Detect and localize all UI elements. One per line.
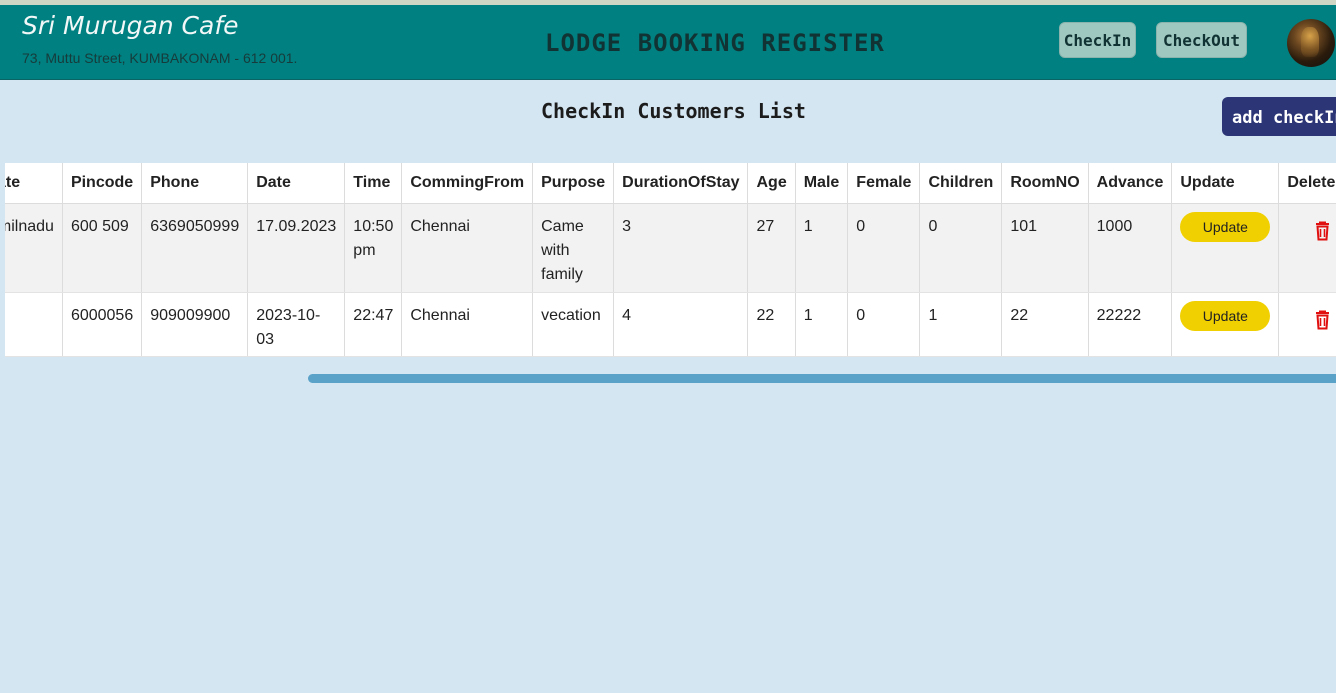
table-row: 6000056 909009900 2023-10-03 22:47 Chenn… — [5, 292, 1336, 357]
update-button[interactable]: Update — [1180, 300, 1271, 331]
checkin-table-container[interactable]: State Pincode Phone Date Time CommingFro… — [5, 163, 1336, 357]
cell-comming-from: Chennai — [401, 203, 534, 293]
cell-date: 2023-10-03 — [247, 292, 346, 357]
column-header-room-no: RoomNO — [1001, 163, 1089, 204]
cell-children: 0 — [919, 203, 1003, 293]
cell-male: 1 — [795, 203, 849, 293]
cell-female: 0 — [847, 203, 921, 293]
column-header-update: Update — [1171, 163, 1280, 204]
cell-room-no: 101 — [1001, 203, 1089, 293]
column-header-age: Age — [747, 163, 796, 204]
column-header-time: Time — [344, 163, 403, 204]
table-row: Tamilnadu 600 509 6369050999 17.09.2023 … — [5, 203, 1336, 293]
column-header-state: State — [5, 163, 63, 204]
cell-purpose: Came with family — [532, 203, 615, 293]
cell-advance: 1000 — [1088, 203, 1173, 293]
cell-update: Update — [1171, 292, 1280, 357]
cell-state — [5, 292, 63, 357]
checkin-table: State Pincode Phone Date Time CommingFro… — [5, 163, 1336, 357]
cell-phone: 909009900 — [141, 292, 249, 357]
cell-room-no: 22 — [1001, 292, 1089, 357]
horizontal-scrollbar[interactable] — [308, 374, 1336, 383]
cell-delete — [1278, 203, 1336, 293]
checkout-nav-button[interactable]: CheckOut — [1156, 22, 1247, 58]
user-avatar-icon[interactable] — [1287, 19, 1335, 67]
cell-purpose: vecation — [532, 292, 615, 357]
page-title: LODGE BOOKING REGISTER — [545, 29, 885, 57]
trash-icon[interactable] — [1315, 310, 1330, 338]
cell-age: 22 — [747, 292, 796, 357]
cell-female: 0 — [847, 292, 921, 357]
cell-duration: 4 — [613, 292, 749, 357]
cell-state: Tamilnadu — [5, 203, 63, 293]
update-button[interactable]: Update — [1180, 211, 1271, 242]
cafe-address: 73, Muttu Street, KUMBAKONAM - 612 001. — [22, 50, 298, 66]
column-header-date: Date — [247, 163, 346, 204]
column-header-phone: Phone — [141, 163, 249, 204]
column-header-duration: DurationOfStay — [613, 163, 749, 204]
column-header-comming-from: CommingFrom — [401, 163, 534, 204]
column-header-pincode: Pincode — [62, 163, 143, 204]
cell-comming-from: Chennai — [401, 292, 534, 357]
cell-duration: 3 — [613, 203, 749, 293]
cell-time: 22:47 — [344, 292, 403, 357]
cell-phone: 6369050999 — [141, 203, 249, 293]
table-header-row: State Pincode Phone Date Time CommingFro… — [5, 163, 1336, 204]
cell-delete — [1278, 292, 1336, 357]
cafe-name: Sri Murugan Cafe — [22, 11, 239, 40]
cell-male: 1 — [795, 292, 849, 357]
column-header-advance: Advance — [1088, 163, 1173, 204]
column-header-children: Children — [919, 163, 1003, 204]
cell-children: 1 — [919, 292, 1003, 357]
cell-age: 27 — [747, 203, 796, 293]
column-header-male: Male — [795, 163, 849, 204]
column-header-purpose: Purpose — [532, 163, 615, 204]
cell-date: 17.09.2023 — [247, 203, 346, 293]
column-header-female: Female — [847, 163, 921, 204]
cell-pincode: 6000056 — [62, 292, 143, 357]
cell-time: 10:50 pm — [344, 203, 403, 293]
checkin-nav-button[interactable]: CheckIn — [1059, 22, 1136, 58]
column-header-delete: Delete — [1278, 163, 1336, 204]
app-header: Sri Murugan Cafe 73, Muttu Street, KUMBA… — [0, 5, 1336, 80]
trash-icon[interactable] — [1315, 221, 1330, 249]
cell-advance: 22222 — [1088, 292, 1173, 357]
list-title: CheckIn Customers List — [541, 99, 806, 123]
cell-pincode: 600 509 — [62, 203, 143, 293]
add-checkin-button[interactable]: add checkIn — [1222, 97, 1336, 136]
cell-update: Update — [1171, 203, 1280, 293]
